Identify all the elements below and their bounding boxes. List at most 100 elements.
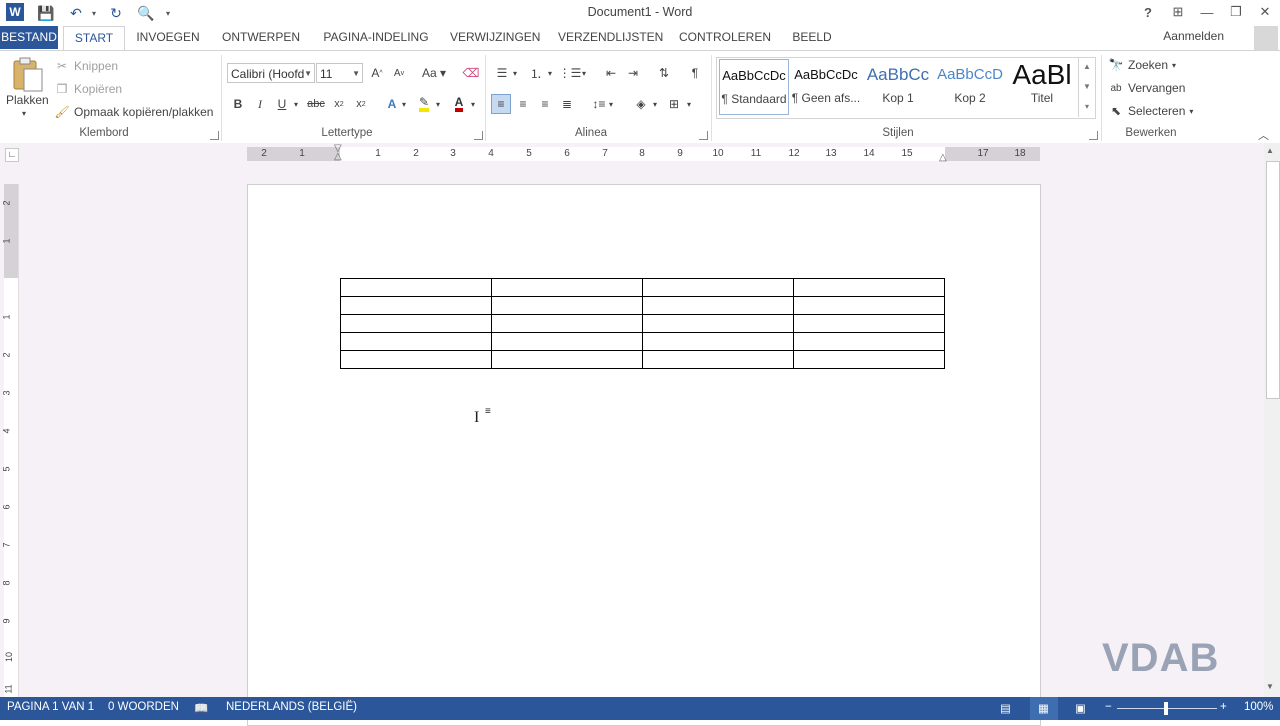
tab-selector-icon[interactable]: ∟ [5,148,19,162]
multilevel-list-icon[interactable]: ⋮☰ [559,63,582,83]
numbering-icon[interactable]: ⒈ [526,63,546,83]
shrink-font-icon[interactable]: Av [389,63,409,83]
borders-dropdown-icon[interactable]: ▾ [683,94,695,114]
numbering-dropdown-icon[interactable]: ▾ [544,63,556,83]
subscript-icon[interactable]: x2 [329,94,349,114]
bullets-dropdown-icon[interactable]: ▾ [509,63,521,83]
scroll-down-icon[interactable]: ▼ [1266,682,1274,691]
paste-icon[interactable] [10,57,44,93]
highlight-dropdown-icon[interactable]: ▾ [432,94,444,114]
font-launcher-icon[interactable] [474,131,483,140]
zoom-slider-thumb[interactable] [1164,702,1168,715]
style-title[interactable]: AaBl Titel [1007,59,1077,115]
borders-icon[interactable]: ⊞ [664,94,684,114]
read-mode-icon[interactable]: ▤ [1000,701,1011,715]
scroll-up-icon[interactable]: ▲ [1266,146,1274,155]
word-count[interactable]: 0 WOORDEN [108,701,179,713]
scroll-thumb[interactable] [1266,161,1280,399]
clear-formatting-icon[interactable]: ⌫ [461,63,481,83]
table-cell[interactable] [793,296,945,315]
web-layout-icon[interactable]: ▣ [1075,701,1086,715]
sign-in-link[interactable]: Aanmelden [1163,29,1224,43]
table-cell[interactable] [340,296,492,315]
replace-button[interactable]: ab Vervangen [1108,80,1185,96]
strikethrough-icon[interactable]: abc [306,94,326,114]
table-cell[interactable] [793,332,945,351]
cut-button[interactable]: ✂ Knippen [54,58,118,74]
style-no-spacing[interactable]: AaBbCcDc ¶ Geen afs... [791,59,861,115]
sort-icon[interactable]: ⇅ [654,63,674,83]
tab-references[interactable]: VERWIJZINGEN [450,26,540,49]
highlight-icon[interactable]: ✎ [414,94,434,114]
style-standard[interactable]: AaBbCcDc ¶ Standaard [719,59,789,115]
table-cell[interactable] [340,314,492,333]
show-formatting-marks-icon[interactable]: ¶ [685,63,705,83]
table-cell[interactable] [642,296,794,315]
justify-icon[interactable]: ≣ [557,94,577,114]
find-button[interactable]: 🔭 Zoeken ▾ [1108,57,1177,73]
table-cell[interactable] [642,278,794,297]
proofing-icon[interactable]: 📖 [194,701,208,715]
align-center-icon[interactable]: ≡ [513,94,533,114]
underline-dropdown-icon[interactable]: ▾ [290,94,302,114]
grow-font-icon[interactable]: A ^ [367,63,387,83]
table-cell[interactable] [491,332,643,351]
tab-view[interactable]: BEELD [790,26,834,49]
table-cell[interactable] [642,332,794,351]
right-indent-marker-icon[interactable]: △ [939,152,947,163]
table-cell[interactable] [491,314,643,333]
multilevel-dropdown-icon[interactable]: ▾ [578,63,590,83]
paragraph-launcher-icon[interactable] [699,131,708,140]
tab-design[interactable]: ONTWERPEN [220,26,302,49]
tab-review[interactable]: CONTROLEREN [678,26,772,49]
table-cell[interactable] [793,314,945,333]
shading-icon[interactable]: ◈ [631,94,651,114]
select-button[interactable]: ⬉ Selecteren ▾ [1108,103,1193,119]
page-count[interactable]: PAGINA 1 VAN 1 [7,701,94,713]
table-cell[interactable] [340,278,492,297]
styles-scroll[interactable]: ▲ ▼ ▾ [1078,57,1095,117]
clipboard-launcher-icon[interactable] [210,131,219,140]
tab-start[interactable]: START [63,26,125,51]
language-indicator[interactable]: NEDERLANDS (BELGIË) [226,701,357,713]
table-cell[interactable] [491,350,643,369]
style-heading-2[interactable]: AaBbCcD Kop 2 [935,59,1005,115]
change-case-icon[interactable]: Aa ▾ [419,63,449,83]
font-name-combo[interactable]: Calibri (Hoofd ▼ [227,63,315,83]
bold-icon[interactable]: B [228,94,248,114]
format-painter-button[interactable]: 🖌 Opmaak kopiëren/plakken [54,104,213,120]
copy-button[interactable]: ❐ Kopiëren [54,81,122,97]
indent-marker-icon[interactable]: ▽ △ [334,144,342,162]
text-effects-dropdown-icon[interactable]: ▾ [398,94,410,114]
tab-file[interactable]: BESTAND [0,26,58,49]
underline-icon[interactable]: U [272,94,292,114]
minimize-icon[interactable]: — [1193,2,1221,22]
font-color-icon[interactable]: A [449,94,469,114]
close-icon[interactable]: ✕ [1251,2,1279,22]
font-size-combo[interactable]: 11 ▼ [316,63,363,83]
font-color-dropdown-icon[interactable]: ▾ [467,94,479,114]
increase-indent-icon[interactable]: ⇥ [623,63,643,83]
avatar[interactable] [1254,26,1278,50]
paste-button[interactable]: Plakken [6,93,49,107]
document-page[interactable] [247,184,1041,726]
table-cell[interactable] [340,350,492,369]
document-table[interactable] [340,278,945,369]
table-cell[interactable] [491,296,643,315]
zoom-out-icon[interactable]: − [1105,701,1112,713]
align-left-icon[interactable]: ≡ [491,94,511,114]
table-cell[interactable] [491,278,643,297]
styles-launcher-icon[interactable] [1089,131,1098,140]
print-layout-icon[interactable]: ▦ [1038,701,1049,715]
tab-page-layout[interactable]: PAGINA-INDELING [320,26,432,49]
zoom-in-icon[interactable]: + [1220,701,1227,713]
vertical-scrollbar[interactable]: ▲ ▼ [1264,143,1280,697]
align-right-icon[interactable]: ≡ [535,94,555,114]
paste-dropdown-icon[interactable]: ▾ [22,109,26,118]
zoom-level[interactable]: 100% [1244,701,1273,713]
table-cell[interactable] [793,278,945,297]
collapse-ribbon-icon[interactable]: ︿ [1258,127,1269,143]
decrease-indent-icon[interactable]: ⇤ [601,63,621,83]
help-icon[interactable]: ? [1134,2,1162,22]
style-heading-1[interactable]: AaBbCc Kop 1 [863,59,933,115]
